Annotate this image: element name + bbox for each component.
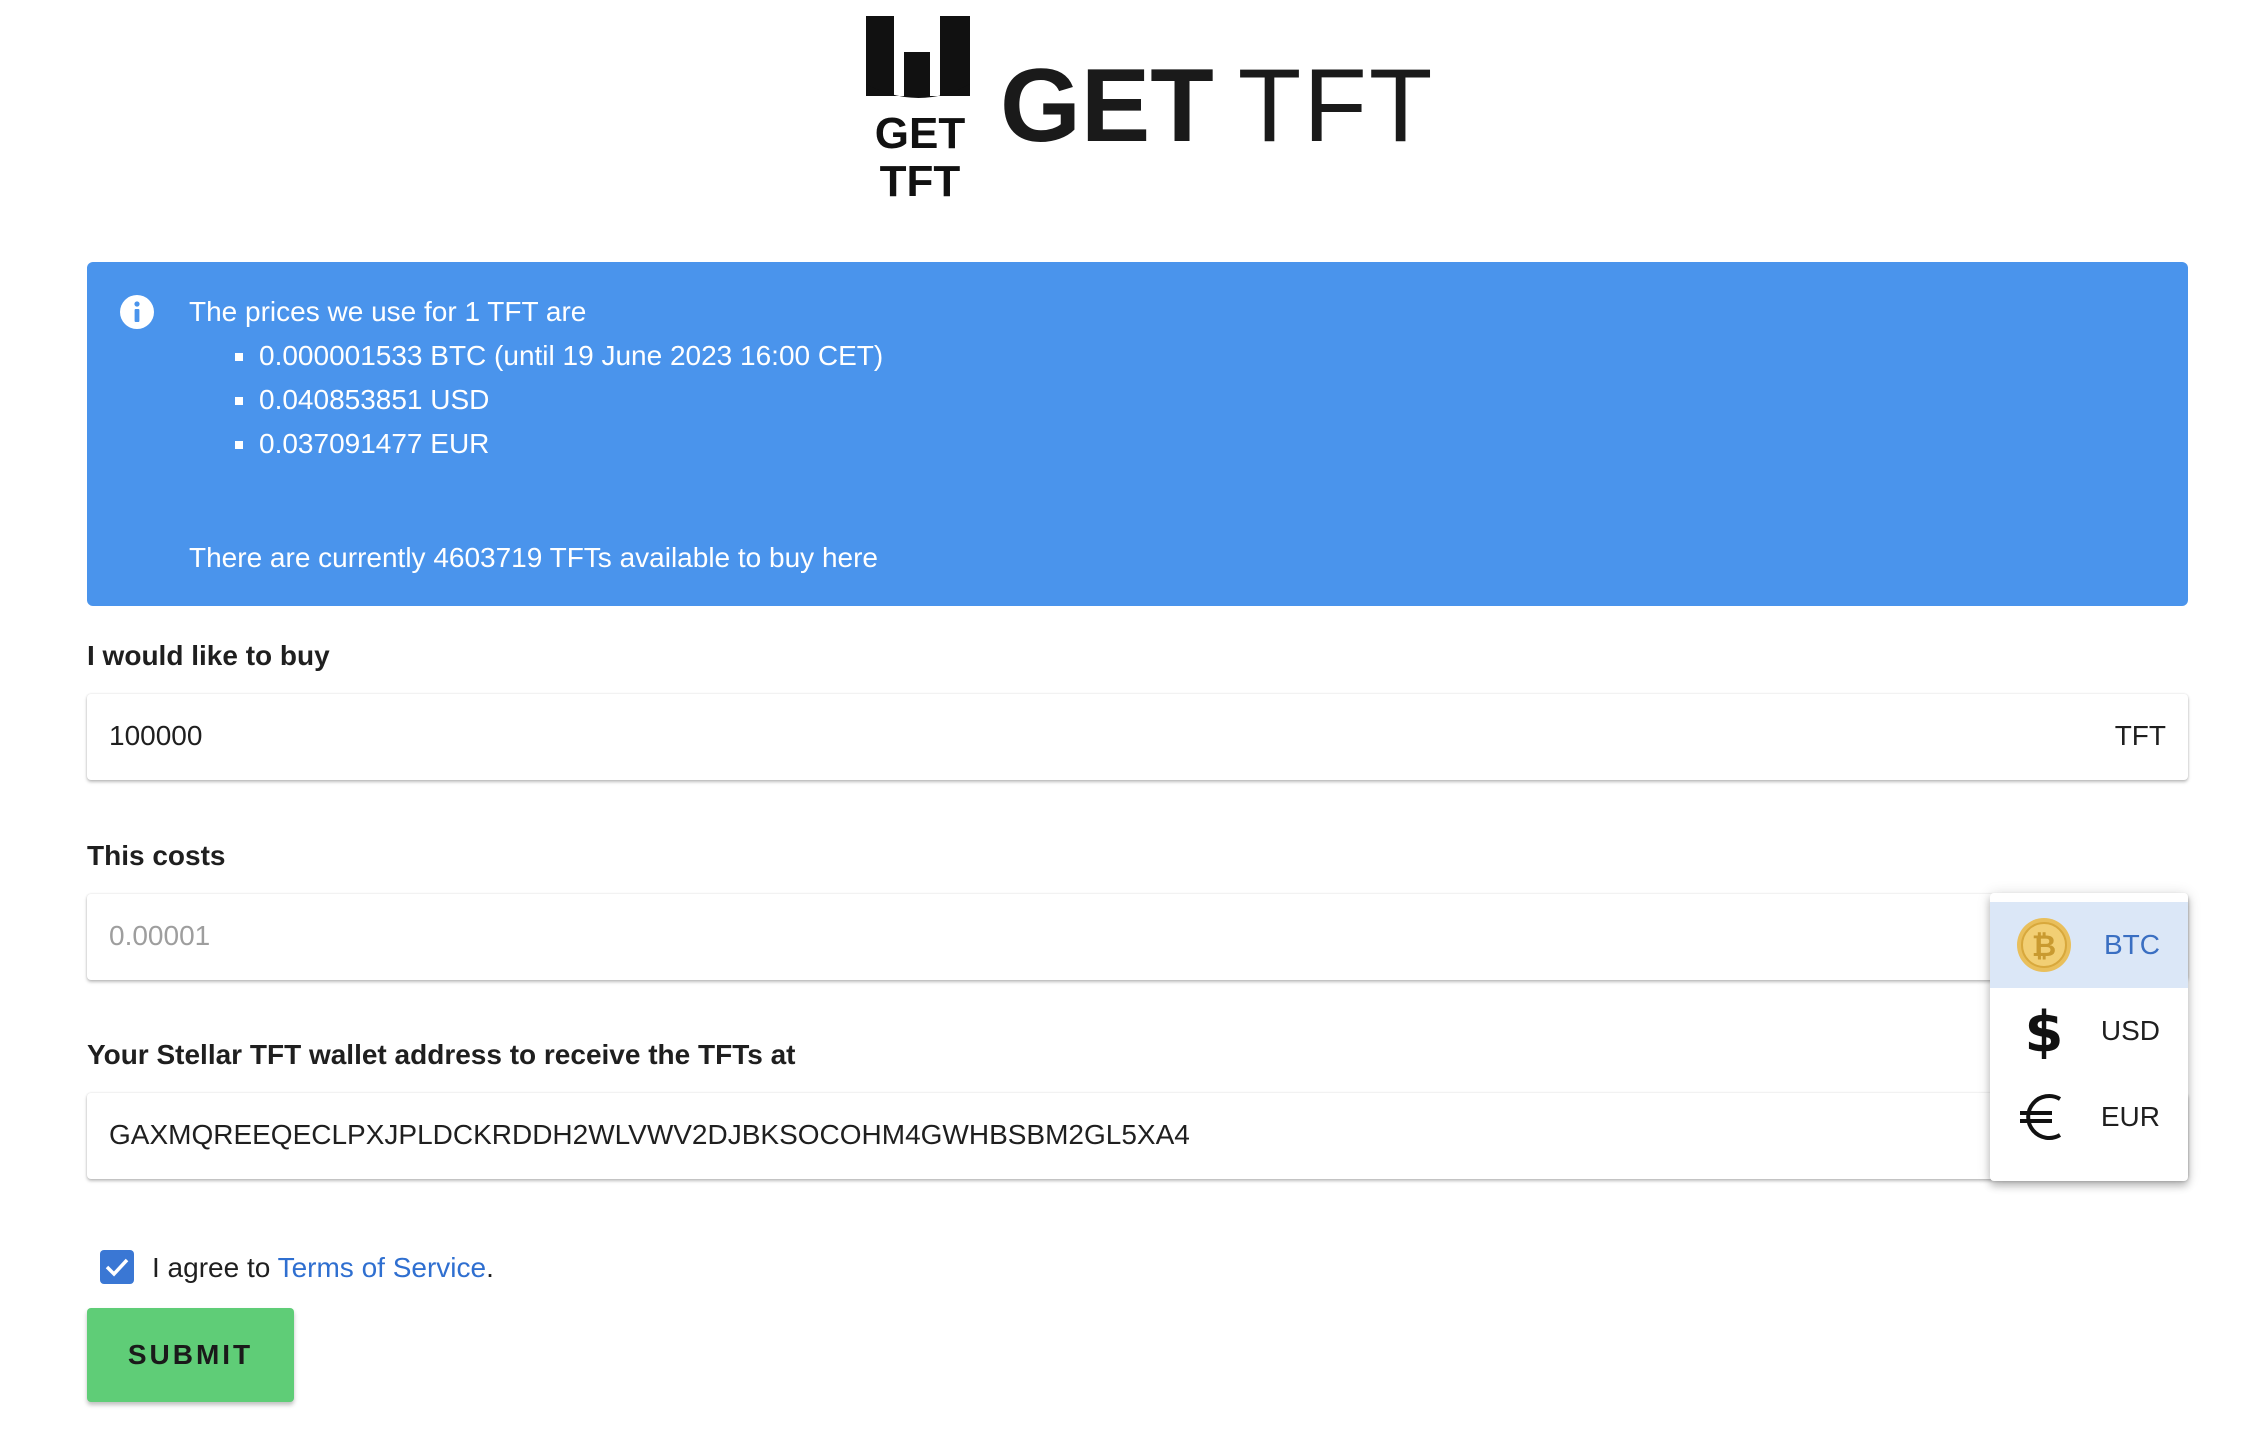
buy-amount-input[interactable]: 100000 TFT — [87, 694, 2188, 780]
euro-icon — [2016, 1089, 2072, 1145]
checkmark-icon — [105, 1258, 129, 1277]
price-usd: 0.040853851 USD — [234, 378, 883, 422]
terms-text: I agree to Terms of Service. — [152, 1252, 494, 1284]
wallet-label: Your Stellar TFT wallet address to recei… — [87, 1039, 796, 1070]
svg-text:$: $ — [2025, 1003, 2064, 1059]
logo-mark-line1: GET — [875, 109, 966, 158]
terms-prefix: I agree to — [152, 1252, 278, 1283]
site-title-light: TFT — [1237, 48, 1435, 164]
price-info-alert: The prices we use for 1 TFT are 0.000001… — [87, 262, 2188, 606]
wallet-address-value: GAXMQREEQECLPXJPLDCKRDDH2WLVWV2DJBKSOCOH… — [109, 1119, 1190, 1150]
submit-button[interactable]: SUBMIT — [87, 1308, 294, 1402]
dollar-icon: $ — [2016, 1003, 2072, 1059]
site-title-bold: GET — [1000, 48, 1214, 164]
cost-label: This costs — [87, 840, 226, 871]
info-icon — [120, 295, 154, 329]
bitcoin-icon: ₿ — [2016, 917, 2072, 973]
terms-checkbox[interactable] — [100, 1250, 134, 1284]
alert-intro: The prices we use for 1 TFT are — [189, 296, 587, 327]
buy-amount-suffix: TFT — [2114, 720, 2166, 751]
site-title: GET TFT — [1000, 54, 1434, 158]
availability-text: There are currently 4603719 TFTs availab… — [189, 542, 878, 573]
currency-option-usd[interactable]: $ USD — [1990, 988, 2188, 1074]
buy-amount-value: 100000 — [109, 720, 203, 751]
currency-option-btc-label: BTC — [2104, 929, 2160, 960]
get-tft-logo-icon: GET TFT — [866, 16, 970, 200]
cost-input[interactable]: 0.00001 — [87, 894, 2188, 980]
price-eur: 0.037091477 EUR — [234, 422, 883, 466]
currency-option-eur[interactable]: EUR — [1990, 1074, 2188, 1160]
wallet-address-input[interactable]: GAXMQREEQECLPXJPLDCKRDDH2WLVWV2DJBKSOCOH… — [87, 1093, 2188, 1179]
price-btc: 0.000001533 BTC (until 19 June 2023 16:0… — [234, 334, 883, 378]
header: GET TFT GET TFT — [864, 14, 1432, 200]
currency-option-eur-label: EUR — [2100, 1101, 2160, 1132]
terms-suffix: . — [486, 1252, 494, 1283]
currency-menu: ₿ BTC $ USD EUR — [1990, 893, 2188, 1181]
alert-body: The prices we use for 1 TFT are 0.000001… — [189, 290, 883, 580]
terms-of-service-link[interactable]: Terms of Service — [278, 1252, 487, 1283]
buy-amount-label: I would like to buy — [87, 640, 330, 671]
svg-text:₿: ₿ — [2032, 929, 2056, 964]
currency-option-usd-label: USD — [2100, 1015, 2160, 1046]
cost-placeholder: 0.00001 — [109, 920, 211, 951]
logo-mark-line2: TFT — [880, 157, 961, 200]
price-list: 0.000001533 BTC (until 19 June 2023 16:0… — [189, 334, 883, 466]
currency-option-btc[interactable]: ₿ BTC — [1990, 902, 2188, 988]
